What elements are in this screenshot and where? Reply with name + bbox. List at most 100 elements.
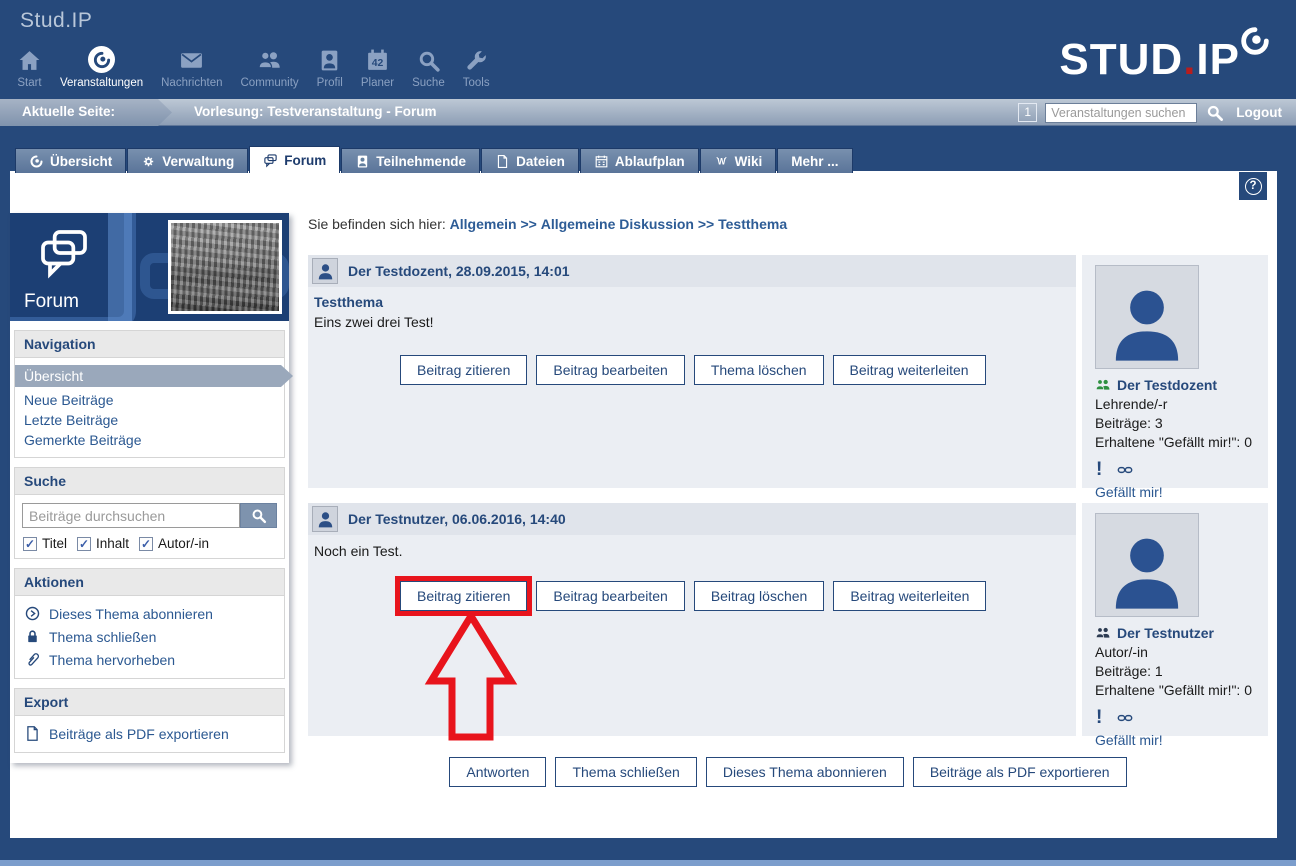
studip-forum-page: Stud.IP Start Veranstaltungen Nachrichte… xyxy=(0,0,1296,866)
quote-post-button[interactable]: Beitrag zitieren xyxy=(400,581,527,611)
community-icon xyxy=(257,48,282,73)
schedule-calendar-icon xyxy=(594,154,609,169)
quote-post-button[interactable]: Beitrag zitieren xyxy=(400,355,527,385)
nav-community-label: Community xyxy=(241,77,299,89)
nav-planer-label: Planer xyxy=(361,77,394,89)
actions-section-title: Aktionen xyxy=(14,568,285,596)
author-panel: Der Testnutzer Autor/-in Beiträge: 1 Erh… xyxy=(1082,503,1268,736)
nav-suche[interactable]: Suche xyxy=(403,48,454,89)
nav-nachrichten[interactable]: Nachrichten xyxy=(152,48,231,89)
navigation-section: Navigation Übersicht Neue Beiträge Letzt… xyxy=(14,330,285,458)
sidebar-item-gemerkte-beitraege[interactable]: Gemerkte Beiträge xyxy=(15,430,284,450)
nav-veranstaltungen[interactable]: Veranstaltungen xyxy=(51,46,152,89)
author-post-count: Beiträge: 1 xyxy=(1095,663,1268,679)
author-likes-received: Erhaltene "Gefällt mir!": 0 xyxy=(1095,434,1268,450)
breadcrumb-bar: Aktuelle Seite: Vorlesung: Testveranstal… xyxy=(0,99,1296,126)
subscribe-topic-button[interactable]: Dieses Thema abonnieren xyxy=(706,757,904,787)
studip-logo: Stud.IP xyxy=(1059,38,1240,82)
nav-nachrichten-label: Nachrichten xyxy=(161,77,222,89)
course-search-input[interactable] xyxy=(1045,103,1197,123)
reply-button[interactable]: Antworten xyxy=(449,757,546,787)
nav-start[interactable]: Start xyxy=(8,48,51,89)
checkbox-checked-icon[interactable] xyxy=(139,537,153,551)
banner-title: Forum xyxy=(24,291,79,313)
author-name-link[interactable]: Der Testdozent xyxy=(1095,377,1268,393)
filter-autor[interactable]: Autor/-in xyxy=(139,536,209,551)
like-link[interactable]: Gefällt mir! xyxy=(1095,732,1268,748)
close-topic-button[interactable]: Thema schließen xyxy=(555,757,696,787)
tab-dateien[interactable]: Dateien xyxy=(481,148,579,173)
group-icon xyxy=(1095,377,1111,393)
forward-post-button[interactable]: Beitrag weiterleiten xyxy=(833,581,986,611)
person-icon xyxy=(1103,280,1191,368)
nav-planer[interactable]: 42 Planer xyxy=(352,48,403,89)
sidebar: Forum Navigation Übersicht Neue Beiträge… xyxy=(10,213,289,763)
post-search-button[interactable] xyxy=(240,503,277,528)
nav-profil[interactable]: Profil xyxy=(308,48,352,89)
tab-wiki[interactable]: W Wiki xyxy=(700,148,777,173)
link-chain-icon[interactable] xyxy=(1114,710,1136,726)
highlight-frame: Beitrag zitieren xyxy=(395,576,532,616)
breadcrumb-title: Vorlesung: Testveranstaltung - Forum xyxy=(194,99,437,125)
author-name-link[interactable]: Der Testnutzer xyxy=(1095,625,1268,641)
avatar[interactable] xyxy=(312,506,338,532)
nav-tools-label: Tools xyxy=(463,77,490,89)
wrench-icon xyxy=(464,48,489,73)
help-button[interactable]: ? xyxy=(1239,172,1267,200)
tab-forum[interactable]: Forum xyxy=(249,146,340,173)
checkbox-checked-icon[interactable] xyxy=(23,537,37,551)
avatar[interactable] xyxy=(1095,265,1199,369)
tab-teilnehmende[interactable]: Teilnehmende xyxy=(341,148,480,173)
action-close-topic[interactable]: Thema schließen xyxy=(15,625,284,648)
delete-topic-button[interactable]: Thema löschen xyxy=(694,355,824,385)
filter-titel[interactable]: Titel xyxy=(23,536,67,551)
export-section: Export Beiträge als PDF exportieren xyxy=(14,688,285,753)
exclamation-icon[interactable]: ! xyxy=(1096,459,1102,481)
app-name: Stud.IP xyxy=(20,9,92,33)
like-link[interactable]: Gefällt mir! xyxy=(1095,484,1268,500)
tab-uebersicht[interactable]: Übersicht xyxy=(15,148,126,173)
nav-veranstaltungen-label: Veranstaltungen xyxy=(60,77,143,89)
nav-community[interactable]: Community xyxy=(232,48,308,89)
action-highlight-topic[interactable]: Thema hervorheben xyxy=(15,648,284,671)
sidebar-item-neue-beitraege[interactable]: Neue Beiträge xyxy=(15,390,284,410)
crumb-testthema[interactable]: Testthema xyxy=(718,216,787,232)
mail-icon xyxy=(179,48,204,73)
forum-bubble-icon xyxy=(263,153,278,168)
crumb-allgemeine-diskussion[interactable]: Allgemeine Diskussion xyxy=(541,216,694,232)
post-header: Der Testnutzer, 06.06.2016, 14:40 xyxy=(308,503,1076,535)
calendar-icon: 42 xyxy=(365,48,390,73)
delete-post-button[interactable]: Beitrag löschen xyxy=(694,581,825,611)
checkbox-checked-icon[interactable] xyxy=(77,537,91,551)
avatar[interactable] xyxy=(1095,513,1199,617)
profile-card-icon xyxy=(317,48,342,73)
seminar-swirl-icon xyxy=(88,46,115,73)
course-photo xyxy=(168,220,282,314)
post-author-line[interactable]: Der Testnutzer, 06.06.2016, 14:40 xyxy=(348,511,566,527)
filter-inhalt[interactable]: Inhalt xyxy=(77,536,129,551)
svg-text:42: 42 xyxy=(372,58,384,69)
search-submit-icon[interactable] xyxy=(1205,103,1224,122)
post-author-line[interactable]: Der Testdozent, 28.09.2015, 14:01 xyxy=(348,263,570,279)
sidebar-item-uebersicht[interactable]: Übersicht xyxy=(15,365,293,387)
nav-tools[interactable]: Tools xyxy=(454,48,499,89)
tab-ablaufplan[interactable]: Ablaufplan xyxy=(580,148,699,173)
export-pdf-link[interactable]: Beiträge als PDF exportieren xyxy=(15,722,284,745)
person-icon xyxy=(316,510,335,529)
action-subscribe-topic[interactable]: Dieses Thema abonnieren xyxy=(15,602,284,625)
crumb-allgemein[interactable]: Allgemein xyxy=(450,216,517,232)
edit-post-button[interactable]: Beitrag bearbeiten xyxy=(536,581,684,611)
link-chain-icon[interactable] xyxy=(1114,462,1136,478)
quick-nav-number[interactable]: 1 xyxy=(1018,103,1037,122)
logout-link[interactable]: Logout xyxy=(1236,105,1282,120)
export-pdf-button[interactable]: Beiträge als PDF exportieren xyxy=(913,757,1127,787)
tab-verwaltung[interactable]: Verwaltung xyxy=(127,148,248,173)
edit-post-button[interactable]: Beitrag bearbeiten xyxy=(536,355,684,385)
sidebar-item-letzte-beitraege[interactable]: Letzte Beiträge xyxy=(15,410,284,430)
avatar[interactable] xyxy=(312,258,338,284)
search-section-title: Suche xyxy=(14,467,285,495)
forward-post-button[interactable]: Beitrag weiterleiten xyxy=(833,355,986,385)
tab-mehr[interactable]: Mehr ... xyxy=(777,148,852,173)
exclamation-icon[interactable]: ! xyxy=(1096,707,1102,729)
post-search-input[interactable] xyxy=(22,503,240,528)
